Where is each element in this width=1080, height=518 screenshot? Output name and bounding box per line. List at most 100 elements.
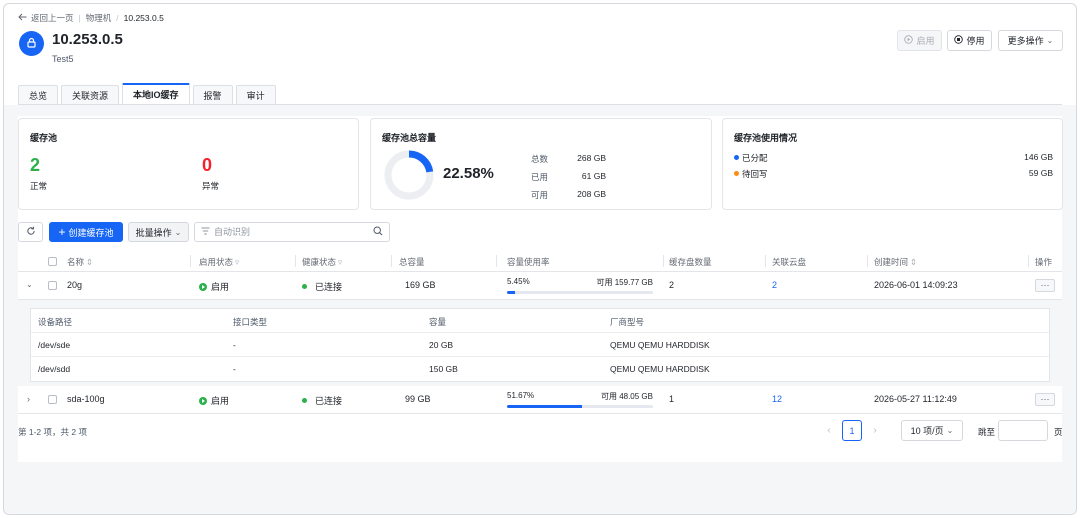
usage-progress: 5.45% 可用 159.77 GB xyxy=(507,277,653,294)
more-icon[interactable]: ··· xyxy=(1035,279,1055,292)
allocated-value: 146 GB xyxy=(1024,152,1053,162)
writeback-value: 59 GB xyxy=(1028,168,1053,178)
row-disk-count: 1 xyxy=(669,394,675,404)
column-disk-count: 缓存盘数量 xyxy=(669,257,712,267)
usage-progress: 51.67% 可用 48.05 GB xyxy=(507,391,653,408)
create-pool-button[interactable]: + 创建缓存池 xyxy=(49,222,123,242)
row-total: 169 GB xyxy=(405,280,436,290)
page-button-1[interactable]: 1 xyxy=(842,420,862,441)
column-divider xyxy=(190,255,191,267)
enable-state: 启用 xyxy=(199,394,229,407)
column-enable-state[interactable]: 启用状态 ▿ xyxy=(199,256,239,268)
pool-status-title: 缓存池 xyxy=(30,133,58,143)
more-icon[interactable]: ··· xyxy=(1035,393,1055,406)
allocated-dot xyxy=(734,155,739,160)
column-name[interactable]: 名称 ⇕ xyxy=(67,256,93,268)
table-row: ⌄ 20g 启用 已连接 169 GB 5.45% 可用 159.77 GB 2 … xyxy=(18,272,1062,300)
page-size-label: 10 项/页 xyxy=(910,426,944,436)
column-divider xyxy=(663,255,664,267)
start-button-label: 启用 xyxy=(916,36,935,46)
available-label: 可用 xyxy=(531,190,549,200)
page-title: 10.253.0.5 xyxy=(52,31,123,48)
refresh-button[interactable] xyxy=(18,222,43,242)
search-icon[interactable] xyxy=(373,225,383,239)
usage-percent: 51.67% xyxy=(507,391,535,400)
select-all-checkbox[interactable] xyxy=(48,257,57,266)
search-input[interactable] xyxy=(214,227,369,237)
page-size-select[interactable]: 10 项/页 ⌄ xyxy=(901,420,963,441)
column-total: 总容量 xyxy=(399,257,425,267)
disk-path: /dev/sde xyxy=(38,340,71,350)
chevron-left-icon[interactable]: ‹ xyxy=(820,420,838,441)
batch-actions-button[interactable]: 批量操作 ⌄ xyxy=(128,222,189,242)
row-cloud-disk-link[interactable]: 2 xyxy=(772,280,777,290)
tab-audit[interactable]: 审计 xyxy=(235,85,276,104)
filter-icon: ▿ xyxy=(338,256,343,267)
status-dot xyxy=(302,398,307,403)
pagination-summary: 第 1-2 项，共 2 项 xyxy=(18,427,87,437)
pool-capacity-card: 缓存池总容量 22.58% 总数 268 GB 已用 61 GB 可用 208 … xyxy=(370,118,712,210)
app-window: 返回上一页 | 物理机 / 10.253.0.5 10.253.0.5 Test… xyxy=(3,3,1077,515)
column-divider xyxy=(1028,255,1029,267)
column-ops: 操作 xyxy=(1035,257,1053,267)
lock-icon xyxy=(26,37,37,51)
subtable-row: /dev/sdd - 150 GB QEMU QEMU HARDDISK xyxy=(31,357,1049,381)
total-label: 总数 xyxy=(531,154,549,164)
chevron-right-icon[interactable]: › xyxy=(866,420,884,441)
row-checkbox[interactable] xyxy=(48,395,57,404)
usage-bar-fill xyxy=(507,405,583,408)
enable-state: 启用 xyxy=(199,280,229,293)
disk-model: QEMU QEMU HARDDISK xyxy=(610,340,710,350)
refresh-icon xyxy=(26,226,36,238)
disk-capacity: 150 GB xyxy=(429,364,458,374)
play-circle-icon xyxy=(199,282,207,291)
chevron-down-icon: ⌄ xyxy=(174,227,182,237)
breadcrumb-separator: | xyxy=(78,13,81,23)
host-description: Test5 xyxy=(52,54,74,64)
arrow-left-icon[interactable] xyxy=(18,13,27,23)
status-dot xyxy=(302,284,307,289)
abnormal-label: 异常 xyxy=(202,181,220,191)
collapse-row-icon[interactable]: ⌄ xyxy=(26,280,33,289)
jump-page-input[interactable] xyxy=(998,420,1048,441)
column-cloud-disk: 关联云盘 xyxy=(772,257,807,267)
filter-icon: ▿ xyxy=(235,256,240,267)
row-created: 2026-05-27 11:12:49 xyxy=(874,394,957,404)
subtable-row: /dev/sde - 20 GB QEMU QEMU HARDDISK xyxy=(31,333,1049,357)
breadcrumb: 返回上一页 | 物理机 / 10.253.0.5 xyxy=(18,12,164,24)
usage-bar-fill xyxy=(507,291,515,294)
pool-usage-title: 缓存池使用情况 xyxy=(734,133,798,143)
subcol-capacity: 容量 xyxy=(429,317,447,327)
subcol-model: 厂商型号 xyxy=(610,317,645,327)
subcol-path: 设备路径 xyxy=(38,317,73,327)
row-cloud-disk-link[interactable]: 12 xyxy=(772,394,782,404)
sort-icon: ⇕ xyxy=(910,256,918,267)
breadcrumb-back[interactable]: 返回上一页 xyxy=(31,12,74,24)
tab-local-io-cache[interactable]: 本地IO缓存 xyxy=(122,83,190,104)
plus-icon: + xyxy=(58,225,66,239)
tab-related-resources[interactable]: 关联资源 xyxy=(61,85,120,104)
health-state: 已连接 xyxy=(302,394,342,407)
breadcrumb-parent[interactable]: 物理机 xyxy=(86,12,112,24)
more-actions-button[interactable]: 更多操作 ⌄ xyxy=(998,30,1063,51)
subtable-header: 设备路径 接口类型 容量 厂商型号 xyxy=(31,309,1049,333)
column-created[interactable]: 创建时间 ⇕ xyxy=(874,256,917,268)
expanded-row-panel: 设备路径 接口类型 容量 厂商型号 /dev/sde - 20 GB QEMU … xyxy=(18,300,1062,386)
tab-overview[interactable]: 总览 xyxy=(18,85,59,104)
batch-actions-label: 批量操作 xyxy=(135,227,172,238)
row-name: sda-100g xyxy=(67,394,105,404)
column-health[interactable]: 健康状态 ▿ xyxy=(302,256,342,268)
abnormal-count: 0 xyxy=(202,155,213,175)
stop-button[interactable]: 停用 xyxy=(947,30,992,51)
column-divider xyxy=(765,255,766,267)
capacity-donut xyxy=(384,150,434,200)
disk-subtable: 设备路径 接口类型 容量 厂商型号 /dev/sde - 20 GB QEMU … xyxy=(30,308,1050,382)
tab-alarms[interactable]: 报警 xyxy=(192,85,233,104)
chevron-right-icon[interactable]: › xyxy=(27,394,30,404)
row-checkbox[interactable] xyxy=(48,281,57,290)
usage-available: 可用 159.77 GB xyxy=(596,278,653,287)
total-value: 268 GB xyxy=(577,153,606,163)
start-button[interactable]: 启用 xyxy=(897,30,942,51)
search-box[interactable] xyxy=(194,222,390,242)
host-avatar xyxy=(19,31,44,56)
